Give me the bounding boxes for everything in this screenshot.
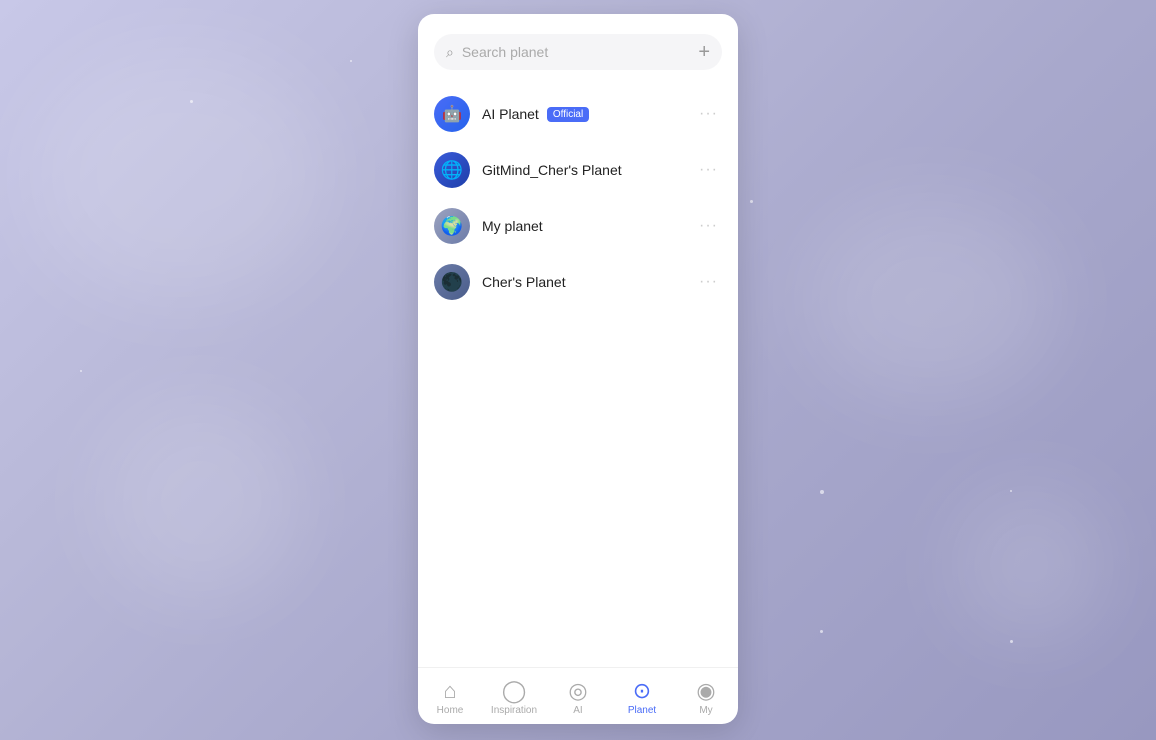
nav-item-inspiration[interactable]: ◯ Inspiration	[482, 676, 546, 720]
planet-name: My planet	[482, 218, 543, 234]
planet-panel: × ▶ ⌕ + 🤖AI PlanetOfficial···🌐GitMind_Ch…	[418, 14, 738, 724]
planet-list-item[interactable]: 🤖 AI Planet Official ···	[418, 86, 738, 142]
planet-avatar: 🤖	[434, 96, 470, 132]
blob-decoration	[30, 50, 330, 300]
planet-avatar: 🌐	[434, 152, 470, 188]
planet-nav-icon: ⊙	[633, 680, 651, 702]
star-decoration	[1010, 490, 1012, 492]
planet-list-item[interactable]: 🌐 GitMind_Cher's Planet ···	[418, 142, 738, 198]
planet-info: GitMind_Cher's Planet	[482, 162, 683, 178]
star-decoration	[350, 60, 352, 62]
planet-avatar: 🌑	[434, 264, 470, 300]
planet-more-button[interactable]: ···	[695, 101, 722, 127]
home-nav-label: Home	[437, 705, 464, 716]
my-nav-icon: ◉	[696, 680, 715, 702]
star-decoration	[820, 490, 824, 494]
ai-nav-label: AI	[573, 705, 582, 716]
planet-list-item[interactable]: 🌍 My planet ···	[418, 198, 738, 254]
my-nav-label: My	[699, 705, 712, 716]
inspiration-nav-label: Inspiration	[491, 705, 537, 716]
home-nav-icon: ⌂	[443, 680, 456, 702]
blob-decoration	[956, 490, 1106, 640]
planet-nav-label: Planet	[628, 705, 656, 716]
star-decoration	[80, 370, 82, 372]
search-icon: ⌕	[446, 44, 454, 61]
search-area: ⌕ +	[418, 14, 738, 82]
planet-name: GitMind_Cher's Planet	[482, 162, 622, 178]
blob-decoration	[806, 200, 1056, 400]
blob-decoration	[100, 400, 300, 600]
planet-info: My planet	[482, 218, 683, 234]
planet-list: 🤖 AI Planet Official ··· 🌐 GitMind_Cher's Pla…	[418, 82, 738, 667]
star-decoration	[1010, 640, 1013, 643]
bottom-nav: ⌂ Home ◯ Inspiration ◎ AI ⊙ Planet ◉ My	[418, 667, 738, 724]
official-badge: Official	[547, 107, 589, 122]
planet-name: Cher's Planet	[482, 274, 566, 290]
planet-list-item[interactable]: 🌑 Cher's Planet ···	[418, 254, 738, 310]
star-decoration	[190, 100, 193, 103]
nav-item-planet[interactable]: ⊙ Planet	[610, 676, 674, 720]
search-bar: ⌕ +	[434, 34, 722, 70]
star-decoration	[820, 630, 823, 633]
planet-more-button[interactable]: ···	[695, 157, 722, 183]
add-planet-button[interactable]: +	[698, 42, 710, 62]
inspiration-nav-icon: ◯	[502, 680, 527, 702]
planet-name: AI Planet	[482, 106, 539, 122]
nav-item-home[interactable]: ⌂ Home	[418, 676, 482, 720]
planet-avatar: 🌍	[434, 208, 470, 244]
star-decoration	[750, 200, 753, 203]
nav-item-my[interactable]: ◉ My	[674, 676, 738, 720]
planet-more-button[interactable]: ···	[695, 269, 722, 295]
ai-nav-icon: ◎	[568, 680, 587, 702]
planet-info: AI Planet Official	[482, 106, 683, 122]
nav-item-ai[interactable]: ◎ AI	[546, 676, 610, 720]
planet-more-button[interactable]: ···	[695, 213, 722, 239]
plus-icon: +	[698, 41, 710, 63]
planet-info: Cher's Planet	[482, 274, 683, 290]
search-input[interactable]	[462, 44, 690, 60]
